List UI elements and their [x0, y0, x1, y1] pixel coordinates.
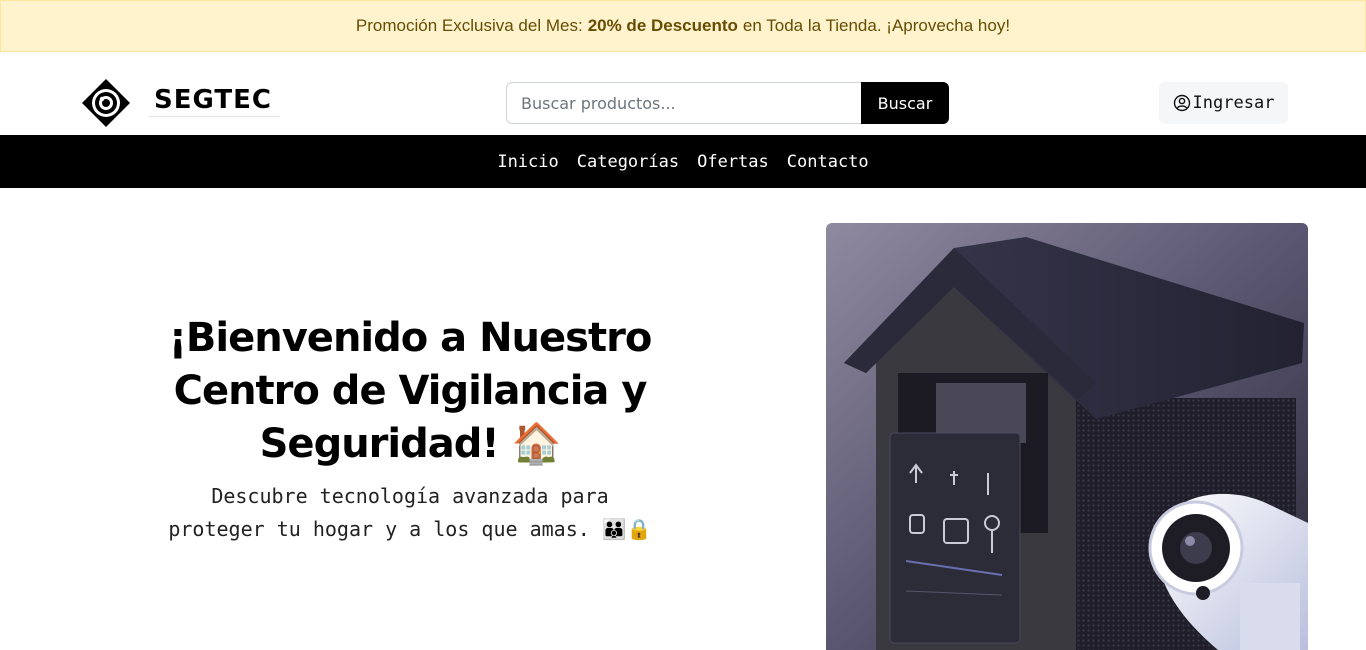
hero-subtitle-line1: Descubre tecnología avanzada para — [211, 484, 609, 508]
house-emoji-icon: 🏠 — [511, 421, 562, 467]
nav-item-inicio[interactable]: Inicio — [497, 152, 558, 172]
smart-home-camera-illustration — [826, 223, 1308, 650]
hero-title-line1: ¡Bienvenido a Nuestro — [168, 315, 653, 361]
nav-item-contacto[interactable]: Contacto — [787, 152, 869, 172]
brand-name[interactable]: SEGTEC — [148, 83, 280, 117]
promo-banner: Promoción Exclusiva del Mes: 20% de Desc… — [0, 0, 1366, 52]
nav-item-categorias[interactable]: Categorías — [577, 152, 679, 172]
hero-image — [826, 223, 1308, 650]
nav-item-ofertas[interactable]: Ofertas — [697, 152, 769, 172]
hero-subtitle: Descubre tecnología avanzada para proteg… — [130, 480, 690, 546]
eye-logo-icon[interactable] — [80, 77, 132, 129]
hero-title: ¡Bienvenido a Nuestro Centro de Vigilanc… — [130, 312, 690, 471]
main-nav: Inicio Categorías Ofertas Contacto — [0, 135, 1366, 188]
promo-highlight: 20% de Descuento — [587, 16, 738, 35]
hero-subtitle-line2: proteger tu hogar y a los que amas. — [168, 517, 590, 541]
search-button[interactable]: Buscar — [861, 82, 949, 124]
hero-title-line3: Seguridad! — [259, 421, 500, 467]
promo-suffix: en Toda la Tienda. ¡Aprovecha hoy! — [742, 16, 1011, 35]
user-circle-icon — [1173, 94, 1190, 112]
site-header: SEGTEC Buscar Ingresar — [0, 53, 1366, 135]
search-input[interactable] — [506, 82, 862, 124]
login-label: Ingresar — [1192, 93, 1275, 113]
family-lock-emoji-icon: 👪🔒 — [601, 517, 652, 541]
hero-title-line2: Centro de Vigilancia y — [173, 368, 648, 414]
login-button[interactable]: Ingresar — [1159, 82, 1288, 124]
promo-prefix: Promoción Exclusiva del Mes: — [355, 16, 583, 35]
